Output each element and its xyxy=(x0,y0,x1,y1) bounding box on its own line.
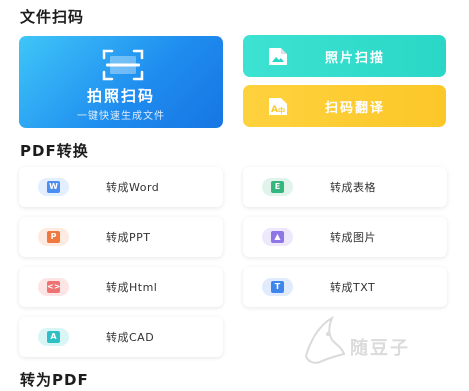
excel-icon: E xyxy=(262,178,293,196)
bird-logo-icon xyxy=(304,315,346,364)
scan-frame-icon xyxy=(102,49,144,81)
image-icon: ▲ xyxy=(262,228,293,246)
convert-to-cad-label: 转成CAD xyxy=(106,331,155,344)
convert-to-html-label: 转成Html xyxy=(106,281,158,294)
word-icon: W xyxy=(38,178,69,196)
convert-to-word-button[interactable]: W 转成Word xyxy=(19,167,223,207)
photo-scan-card[interactable]: 拍照扫码 一键快速生成文件 xyxy=(19,36,223,128)
convert-to-word-label: 转成Word xyxy=(106,181,160,194)
section-title-doc-scan: 文件扫码 xyxy=(20,8,85,26)
html-icon: <> xyxy=(38,278,69,296)
convert-to-txt-button[interactable]: T 转成TXT xyxy=(243,267,447,307)
translate-icon: A 中 xyxy=(269,98,287,115)
ppt-icon: P xyxy=(38,228,69,246)
svg-text:中: 中 xyxy=(278,106,285,115)
convert-to-excel-button[interactable]: E 转成表格 xyxy=(243,167,447,207)
convert-to-image-label: 转成图片 xyxy=(330,231,376,244)
convert-to-html-button[interactable]: <> 转成Html xyxy=(19,267,223,307)
scan-translate-label: 扫码翻译 xyxy=(325,101,386,116)
convert-to-ppt-button[interactable]: P 转成PPT xyxy=(19,217,223,257)
watermark-logo: 随豆子 xyxy=(298,312,448,368)
scan-translate-button[interactable]: A 中 扫码翻译 xyxy=(243,85,446,127)
convert-to-txt-label: 转成TXT xyxy=(330,281,376,294)
txt-icon: T xyxy=(262,278,293,296)
watermark-text: 随豆子 xyxy=(350,338,410,359)
convert-to-ppt-label: 转成PPT xyxy=(106,231,151,244)
photo-icon xyxy=(269,48,287,65)
section-title-pdf-convert: PDF转换 xyxy=(20,142,89,160)
photo-scan-button[interactable]: 照片扫描 xyxy=(243,35,446,77)
convert-to-cad-button[interactable]: A 转成CAD xyxy=(19,317,223,357)
scan-card-title: 拍照扫码 xyxy=(86,87,155,105)
svg-text:A: A xyxy=(271,105,278,115)
convert-to-excel-label: 转成表格 xyxy=(330,181,376,194)
convert-to-image-button[interactable]: ▲ 转成图片 xyxy=(243,217,447,257)
scan-card-subtitle: 一键快速生成文件 xyxy=(77,111,165,122)
photo-scan-label: 照片扫描 xyxy=(325,51,386,66)
section-title-to-pdf: 转为PDF xyxy=(20,371,89,389)
cad-icon: A xyxy=(38,328,69,346)
